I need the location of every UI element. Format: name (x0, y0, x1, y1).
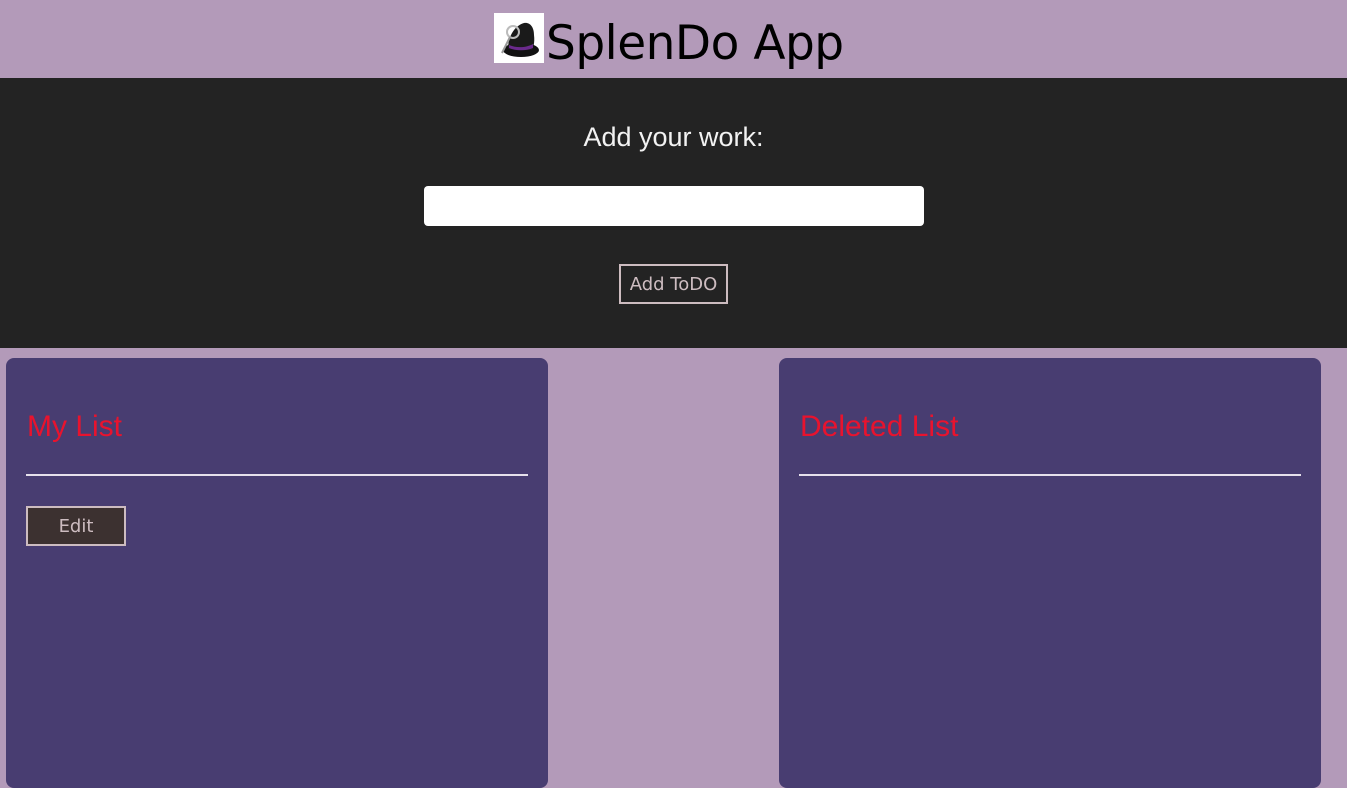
my-list-panel: My List Edit (6, 358, 548, 788)
app-logo-icon (494, 13, 544, 63)
my-list-divider (26, 474, 528, 476)
deleted-list-title: Deleted List (800, 410, 959, 443)
add-todo-button[interactable]: Add ToDO (619, 264, 728, 304)
todo-input[interactable] (424, 186, 924, 226)
add-work-label: Add your work: (583, 122, 764, 152)
witch-hat-logo-icon (494, 13, 544, 63)
deleted-list-divider (799, 474, 1301, 476)
edit-button[interactable]: Edit (26, 506, 126, 546)
app-header: SplenDo App (0, 0, 1347, 78)
my-list-title: My List (27, 410, 123, 443)
deleted-list-panel: Deleted List (779, 358, 1321, 788)
app-title: SplenDo App (546, 16, 844, 71)
add-todo-form: Add your work: Add ToDO (0, 78, 1347, 348)
